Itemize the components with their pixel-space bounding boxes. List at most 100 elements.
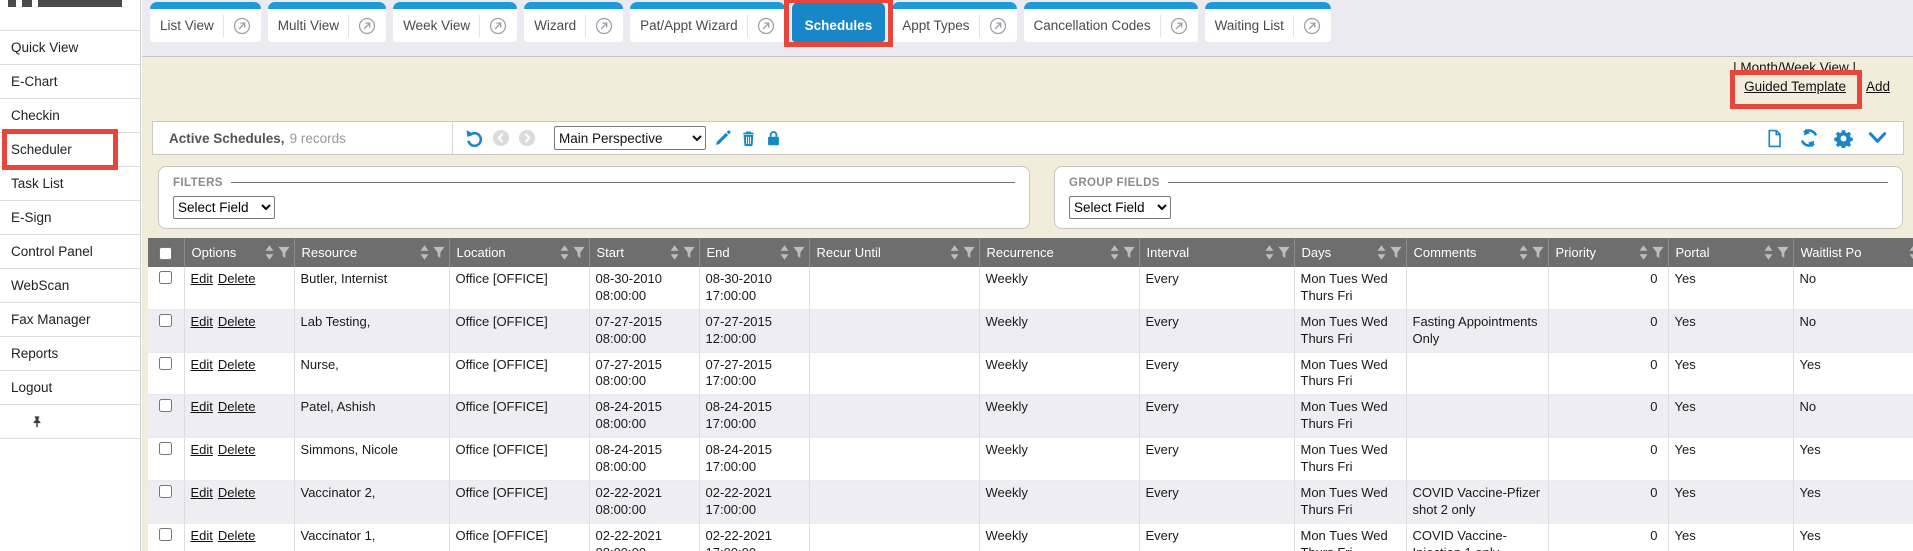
column-header-interval[interactable]: Interval [1139, 238, 1294, 267]
refresh-icon[interactable] [1799, 128, 1819, 148]
delete-link[interactable]: Delete [218, 271, 256, 286]
filter-icon[interactable] [683, 246, 695, 259]
external-link-icon[interactable] [233, 17, 251, 35]
sidebar-item-scheduler[interactable]: Scheduler [0, 133, 140, 167]
row-checkbox[interactable] [159, 399, 172, 412]
select-all-checkbox[interactable] [159, 247, 172, 260]
filter-icon[interactable] [1777, 246, 1789, 259]
tab-multi-view[interactable]: Multi View [268, 2, 386, 42]
column-header-resource[interactable]: Resource [294, 238, 449, 267]
tab-week-view[interactable]: Week View [393, 2, 517, 42]
column-header-comments[interactable]: Comments [1406, 238, 1548, 267]
external-link-icon[interactable] [358, 17, 376, 35]
sort-icon[interactable] [670, 245, 679, 260]
row-checkbox[interactable] [159, 314, 172, 327]
sort-icon[interactable] [780, 245, 789, 260]
sidebar-item-webscan[interactable]: WebScan [0, 269, 140, 303]
filter-icon[interactable] [1532, 246, 1544, 259]
tab-pat-appt-wizard[interactable]: Pat/Appt Wizard [630, 2, 785, 42]
column-header-waitlist[interactable]: Waitlist Po [1793, 238, 1913, 267]
sort-icon[interactable] [1909, 245, 1913, 260]
external-link-icon[interactable] [757, 17, 775, 35]
sort-icon[interactable] [560, 245, 569, 260]
sort-icon[interactable] [1110, 245, 1119, 260]
column-header-recur-until[interactable]: Recur Until [809, 238, 979, 267]
sidebar-item-e-chart[interactable]: E-Chart [0, 65, 140, 99]
undo-icon[interactable] [465, 129, 484, 148]
sort-icon[interactable] [1377, 245, 1386, 260]
column-header-days[interactable]: Days [1294, 238, 1406, 267]
row-checkbox[interactable] [159, 357, 172, 370]
chevron-down-icon[interactable] [1868, 130, 1887, 146]
filter-icon[interactable] [433, 246, 445, 259]
sidebar-pin-button[interactable] [0, 405, 140, 439]
external-link-icon[interactable] [989, 17, 1007, 35]
external-link-icon[interactable] [1170, 17, 1188, 35]
edit-link[interactable]: Edit [191, 314, 213, 329]
external-link-icon[interactable] [595, 17, 613, 35]
delete-link[interactable]: Delete [218, 357, 256, 372]
group-fields-select[interactable]: Select Field [1069, 196, 1171, 219]
filters-field-select[interactable]: Select Field [173, 196, 275, 219]
add-link[interactable]: Add [1866, 79, 1890, 94]
next-icon[interactable] [518, 129, 536, 147]
tab-list-view[interactable]: List View [150, 2, 261, 42]
column-header-end[interactable]: End [699, 238, 809, 267]
select-all-header[interactable] [148, 238, 184, 267]
external-link-icon[interactable] [489, 17, 507, 35]
sort-icon[interactable] [1639, 245, 1648, 260]
edit-link[interactable]: Edit [191, 271, 213, 286]
pencil-icon[interactable] [714, 129, 732, 147]
perspective-select[interactable]: Main Perspective [554, 126, 706, 150]
sort-icon[interactable] [1519, 245, 1528, 260]
sidebar-item-fax-manager[interactable]: Fax Manager [0, 303, 140, 337]
edit-link[interactable]: Edit [191, 485, 213, 500]
sort-icon[interactable] [265, 245, 274, 260]
gear-icon[interactable] [1834, 129, 1853, 148]
delete-link[interactable]: Delete [218, 314, 256, 329]
row-checkbox[interactable] [159, 442, 172, 455]
tab-cancellation-codes[interactable]: Cancellation Codes [1024, 2, 1198, 42]
tab-waiting-list[interactable]: Waiting List [1205, 2, 1331, 42]
filter-icon[interactable] [1123, 246, 1135, 259]
edit-link[interactable]: Edit [191, 442, 213, 457]
guided-template-link[interactable]: Guided Template [1744, 79, 1846, 94]
tab-appt-types[interactable]: Appt Types [892, 2, 1016, 42]
sidebar-item-quick-view[interactable]: Quick View [0, 31, 140, 65]
sidebar-item-checkin[interactable]: Checkin [0, 99, 140, 133]
tab-schedules[interactable]: Schedules [792, 2, 886, 42]
filter-icon[interactable] [963, 246, 975, 259]
prev-icon[interactable] [492, 129, 510, 147]
column-header-options[interactable]: Options [184, 238, 294, 267]
tab-wizard[interactable]: Wizard [524, 2, 623, 42]
column-header-location[interactable]: Location [449, 238, 589, 267]
sort-icon[interactable] [1764, 245, 1773, 260]
sidebar-item-control-panel[interactable]: Control Panel [0, 235, 140, 269]
sort-icon[interactable] [1265, 245, 1274, 260]
delete-link[interactable]: Delete [218, 528, 256, 543]
column-header-start[interactable]: Start [589, 238, 699, 267]
filter-icon[interactable] [1652, 246, 1664, 259]
new-document-icon[interactable] [1765, 129, 1784, 148]
column-header-portal[interactable]: Portal [1668, 238, 1793, 267]
filter-icon[interactable] [1278, 246, 1290, 259]
filter-icon[interactable] [278, 246, 290, 259]
sidebar-item-task-list[interactable]: Task List [0, 167, 140, 201]
delete-link[interactable]: Delete [218, 399, 256, 414]
column-header-priority[interactable]: Priority [1548, 238, 1668, 267]
filter-icon[interactable] [1390, 246, 1402, 259]
edit-link[interactable]: Edit [191, 528, 213, 543]
filter-icon[interactable] [793, 246, 805, 259]
month-week-view-link[interactable]: Month/Week View [1740, 60, 1848, 75]
sort-icon[interactable] [420, 245, 429, 260]
sidebar-item-reports[interactable]: Reports [0, 337, 140, 371]
trash-icon[interactable] [740, 129, 757, 147]
column-header-recurrence[interactable]: Recurrence [979, 238, 1139, 267]
filter-icon[interactable] [573, 246, 585, 259]
delete-link[interactable]: Delete [218, 485, 256, 500]
row-checkbox[interactable] [159, 485, 172, 498]
delete-link[interactable]: Delete [218, 442, 256, 457]
row-checkbox[interactable] [159, 528, 172, 541]
row-checkbox[interactable] [159, 271, 172, 284]
edit-link[interactable]: Edit [191, 399, 213, 414]
